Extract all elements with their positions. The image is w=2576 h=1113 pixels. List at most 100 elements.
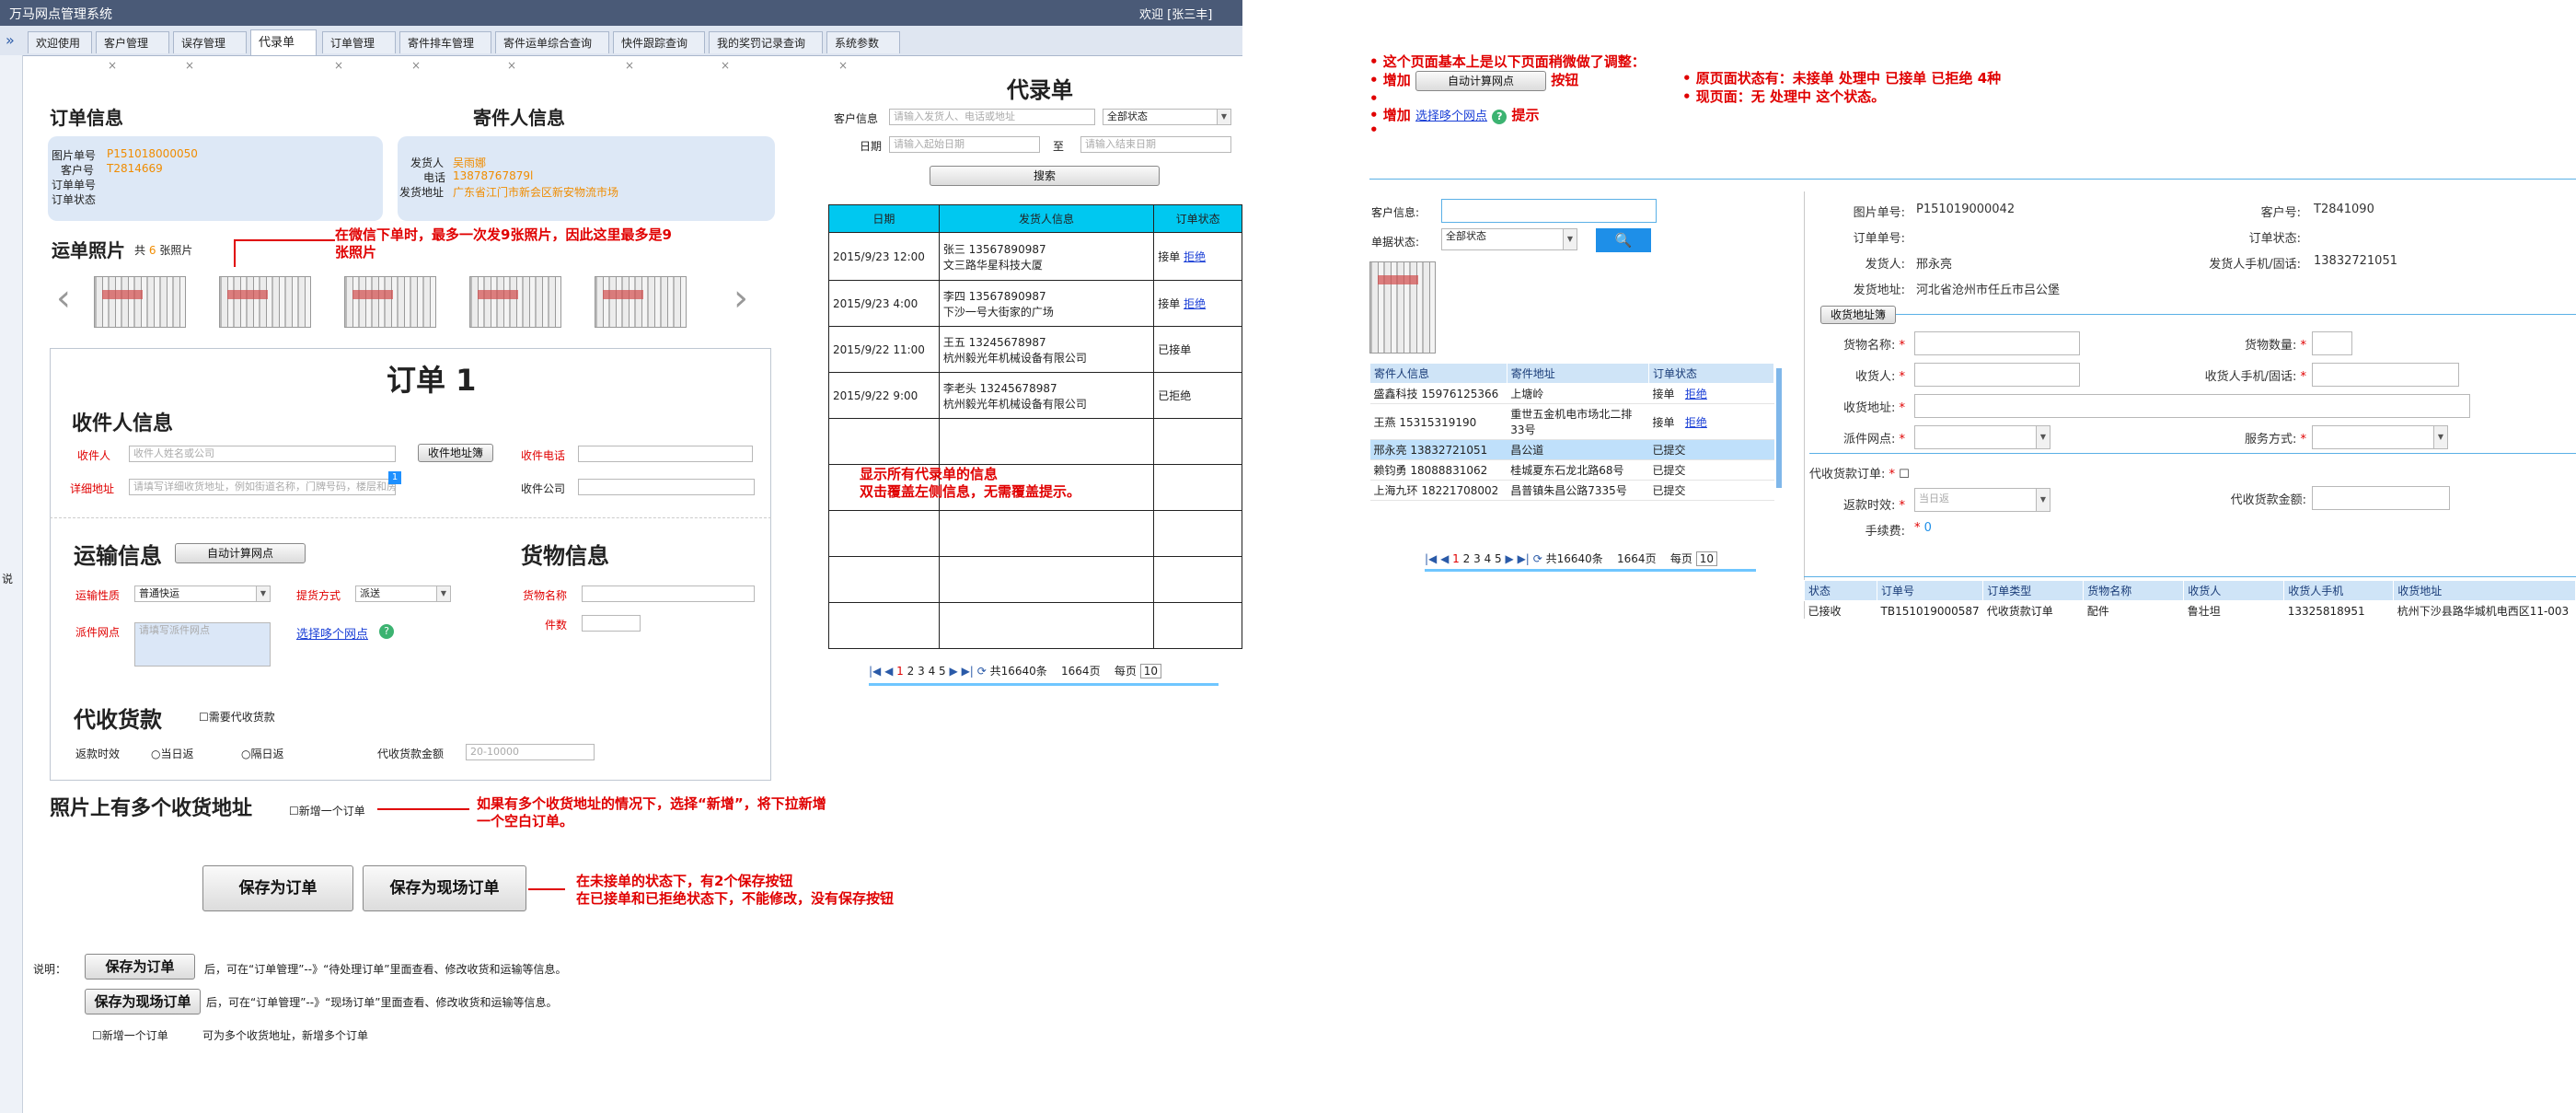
tab-order-manage[interactable]: 订单管理× [322,31,396,72]
close-icon[interactable]: × [411,59,421,72]
old-scrollbar[interactable] [1776,368,1782,488]
old-return-select[interactable]: 当日返 ▼ [1914,488,2050,512]
old-dispatch-select[interactable]: ▼ [1914,425,2050,449]
close-icon[interactable]: × [507,59,516,72]
old-service-select[interactable]: ▼ [2312,425,2448,449]
old-cod-amount-input[interactable] [2312,486,2450,510]
old-waybill-photo[interactable] [1369,261,1436,354]
tab-misdeposit[interactable]: 误存管理× [173,31,247,72]
tab-sysparam[interactable]: 系统参数× [826,31,900,72]
close-icon[interactable]: × [185,59,194,72]
old-customer-input[interactable] [1441,199,1657,223]
last-page-icon[interactable]: ▶| [1518,552,1530,565]
same-day-radio[interactable]: ○当日返 [151,746,194,761]
old-receiver-input[interactable] [1914,363,2080,387]
explain-save-order-button[interactable]: 保存为订单 [85,954,195,980]
tab-dispatch[interactable]: 寄件排车管理× [399,31,491,72]
list-status-select[interactable]: 全部状态 ▼ [1103,109,1231,125]
close-icon[interactable]: × [721,59,730,72]
tab-welcome[interactable]: 欢迎使用 [28,31,92,53]
list-customer-input[interactable]: 请输入发货人、电话或地址 [889,109,1095,125]
per-page-input[interactable]: 10 [1695,551,1717,566]
refresh-icon[interactable]: ⟳ [1533,552,1542,565]
explain-save-onsite-button[interactable]: 保存为现场订单 [85,989,201,1014]
address-book-button[interactable]: 收件地址簿 [418,444,493,462]
receiver-company-input[interactable] [578,479,755,495]
old-search-icon[interactable]: 🔍 [1596,228,1651,252]
prev-photo-arrow-icon[interactable]: ‹ [50,272,77,328]
note-select-outlets-link[interactable]: 选择哆个网点 [1415,110,1487,123]
refresh-icon[interactable]: ⟳ [977,665,987,678]
receiver-phone-input[interactable] [578,446,753,462]
receiver-addr-input[interactable]: 请填写详细收货地址，例如街道名称，门牌号码，楼层和房间号等信息 [129,479,396,495]
next-day-radio[interactable]: ○隔日返 [241,746,284,761]
list-search-button[interactable]: 搜索 [930,166,1160,186]
reject-link[interactable]: 拒绝 [1184,297,1206,310]
old-goods-name-input[interactable] [1914,331,2080,355]
per-page-input[interactable]: 10 [1139,664,1161,678]
waybill-photo[interactable] [469,276,561,328]
next-photo-arrow-icon[interactable]: › [727,272,755,328]
tab-proxy-order[interactable]: 代录单 [250,29,317,55]
tab-waybill-query[interactable]: 寄件运单综合查询× [495,31,609,72]
waybill-photo[interactable] [344,276,436,328]
table-row-selected[interactable]: 邢永亮 13832721051 昌公道 已提交 [1369,439,1774,460]
add-order-checkbox[interactable]: ☐新增一个订单 [289,803,365,818]
goods-name-input[interactable] [582,585,755,602]
table-row[interactable]: 2015/9/22 11:00 王五 13245678987 杭州毅光年机械设备有… [828,326,1242,373]
table-row[interactable]: 2015/9/22 9:00 李老头 13245678987 杭州毅光年机械设备有… [828,372,1242,419]
close-icon[interactable]: × [625,59,634,72]
first-page-icon[interactable]: |◀ [869,665,881,678]
old-receiver-phone-input[interactable] [2312,363,2459,387]
table-row[interactable]: 2015/9/23 12:00 张三 13567890987 文三路华星科技大厦 … [828,232,1242,281]
close-icon[interactable]: × [108,59,117,72]
table-row[interactable]: 赖钧勇 18088831062 桂城夏东石龙北路68号 已提交 [1369,459,1774,481]
transport-nature-select[interactable]: 普通快运 ▼ [134,585,271,602]
prev-page-icon[interactable]: ◀ [884,665,893,678]
next-page-icon[interactable]: ▶ [950,665,958,678]
note-auto-calc-button[interactable]: 自动计算网点 [1415,71,1547,91]
waybill-photo[interactable] [94,276,186,328]
tab-customer[interactable]: 客户管理× [96,31,169,72]
reject-link[interactable]: 拒绝 [1184,250,1206,263]
list-scrollbar[interactable] [869,683,1219,686]
table-row[interactable]: 盛鑫科技 15976125366 上塘岭 接单 拒绝 [1369,383,1774,404]
table-row[interactable]: 王燕 15315319190 重世五金机电市场北二排33号 接单 拒绝 [1369,403,1774,440]
list-date-end-input[interactable]: 请输入结束日期 [1080,136,1231,153]
list-date-start-input[interactable]: 请输入起始日期 [889,136,1040,153]
old-pager-scrollbar[interactable] [1425,569,1756,572]
cod-amount-input[interactable]: 20-10000 [466,744,595,760]
prev-page-icon[interactable]: ◀ [1440,552,1449,565]
old-receiver-addr-input[interactable] [1914,394,2470,418]
save-onsite-order-button[interactable]: 保存为现场订单 [363,865,526,911]
waybill-photo[interactable] [595,276,687,328]
receiver-name-input[interactable]: 收件人姓名或公司 [129,446,396,462]
checkbox-icon: ☐ [199,711,209,724]
waybill-photo[interactable] [219,276,311,328]
select-multiple-outlets-link[interactable]: 选择哆个网点 [296,624,368,642]
table-row[interactable]: 上海九环 18221708002 昌普镇朱昌公路7335号 已提交 [1369,480,1774,501]
close-icon[interactable]: × [334,59,343,72]
old-status-select[interactable]: 全部状态 ▼ [1441,228,1577,250]
first-page-icon[interactable]: |◀ [1425,552,1437,565]
next-page-icon[interactable]: ▶ [1506,552,1514,565]
explain-checkbox[interactable]: ☐新增一个订单 [92,1027,168,1043]
old-goods-qty-input[interactable] [2312,331,2352,355]
help-icon[interactable]: ? [379,624,394,639]
close-icon[interactable]: × [838,59,848,72]
checkbox-icon: ☐ [92,1029,102,1042]
expand-icon[interactable]: » [6,31,15,49]
last-page-icon[interactable]: ▶| [962,665,974,678]
cod-need-checkbox[interactable]: ☐需要代收货款 [199,709,275,725]
old-address-book-button[interactable]: 收货地址簿 [1820,306,1896,324]
tab-reward[interactable]: 我的奖罚记录查询× [709,31,823,72]
reject-link[interactable]: 拒绝 [1685,388,1707,400]
dispatch-outlet-input[interactable]: 请填写派件网点 [134,622,271,667]
save-order-button[interactable]: 保存为订单 [202,865,353,911]
auto-calc-outlet-button[interactable]: 自动计算网点 [175,543,306,563]
pickup-method-select[interactable]: 派送 ▼ [355,585,451,602]
tab-tracking[interactable]: 快件跟踪查询× [613,31,705,72]
goods-qty-input[interactable] [582,615,641,632]
reject-link[interactable]: 拒绝 [1685,416,1707,429]
table-row[interactable]: 2015/9/23 4:00 李四 13567890987 下沙一号大街家的广场 … [828,280,1242,327]
